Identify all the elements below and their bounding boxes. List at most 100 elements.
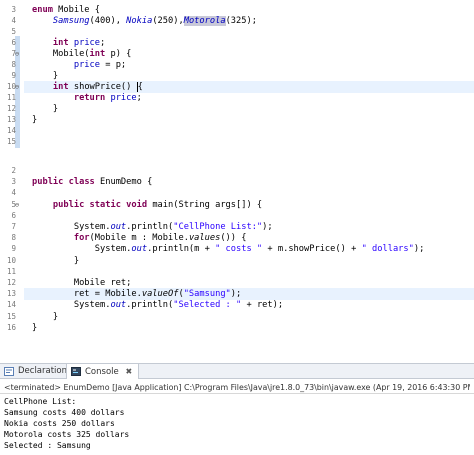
line-number: 13 — [6, 289, 16, 299]
code-token: price — [73, 38, 101, 48]
code-token: Samsung — [52, 16, 90, 26]
code-token: price — [110, 93, 137, 103]
code-token: class — [68, 177, 95, 188]
code-token: Mobile( — [32, 49, 90, 59]
line-number: 15 — [6, 311, 16, 321]
code-area: System.out.println("Selected : " + ret); — [24, 299, 474, 311]
code-line[interactable]: 8 for(Mobile m : Mobile.values()) { — [0, 232, 474, 244]
code-area — [24, 187, 474, 199]
code-token: int — [89, 49, 106, 59]
code-token: "Samsung" — [183, 289, 231, 300]
code-token: " costs " — [215, 244, 263, 255]
fold-toggle-icon[interactable]: ⊖ — [11, 199, 23, 211]
console-divider — [0, 393, 474, 394]
code-area — [24, 266, 474, 278]
code-token: ); — [413, 244, 425, 255]
code-area — [24, 136, 474, 148]
line-number: 12 — [6, 278, 16, 287]
code-token: for — [73, 233, 90, 244]
declaration-icon — [4, 367, 14, 376]
code-token: Motorola — [183, 16, 226, 26]
code-token: (325); — [225, 16, 257, 26]
code-token: out — [131, 244, 148, 255]
code-line[interactable]: 15 } — [0, 311, 474, 323]
code-token: public — [52, 199, 85, 210]
code-line[interactable]: 9 System.out.println(m + " costs " + m.s… — [0, 243, 474, 255]
code-token: enum — [32, 5, 53, 15]
code-area: System.out.println(m + " costs " + m.sho… — [24, 243, 474, 255]
line-number: 7 — [11, 222, 16, 231]
code-token: } — [32, 311, 59, 322]
tab-declaration[interactable]: Declaration — [0, 364, 73, 379]
code-token: EnumDemo { — [94, 177, 153, 188]
code-text: } — [32, 311, 58, 323]
code-line[interactable]: 2 — [0, 165, 474, 177]
editor-divider — [0, 150, 474, 160]
code-token: price — [73, 60, 100, 70]
code-token: System. — [32, 222, 111, 232]
line-number: 11 — [6, 266, 16, 276]
console-output[interactable]: <terminated> EnumDemo [Java Application]… — [0, 379, 474, 455]
code-text: System.out.println("Selected : " + ret); — [32, 299, 283, 311]
code-token: return — [73, 93, 106, 103]
code-text: } — [32, 322, 37, 334]
line-number: 15 — [6, 137, 16, 146]
code-line[interactable]: 13 ret = Mobile.valueOf("Samsung"); — [0, 288, 474, 301]
close-icon[interactable]: ✖ — [125, 367, 132, 376]
code-token: "CellPhone List:" — [173, 222, 263, 232]
console-line: CellPhone List: — [4, 397, 77, 406]
editor-enumdemo-class[interactable]: 2 3 public class EnumDemo {4 5 ⊖ public stat… — [0, 160, 474, 336]
code-token: out — [110, 222, 127, 232]
editor-mobile-enum[interactable]: 3 enum Mobile {4 Samsung(400), Nokia(250)… — [0, 0, 474, 150]
line-number: 6 — [11, 210, 16, 220]
code-token: (250), — [152, 16, 184, 26]
code-token: } — [32, 104, 59, 114]
code-token: values — [188, 233, 221, 244]
code-token: showPrice() — [68, 82, 137, 92]
code-area: public static void main(String args[]) { — [24, 199, 474, 211]
code-token: out — [110, 300, 127, 311]
line-number: 4 — [11, 188, 16, 198]
code-area: ret = Mobile.valueOf("Samsung"); — [24, 288, 474, 301]
code-line[interactable]: 10 } — [0, 255, 474, 267]
code-token: " dollars" — [361, 244, 414, 255]
code-line[interactable]: 16} — [0, 322, 474, 334]
code-text: ret = Mobile.valueOf("Samsung"); — [32, 288, 241, 300]
code-text: public class EnumDemo { — [32, 176, 152, 188]
code-line[interactable]: 6 — [0, 210, 474, 222]
code-token: ; — [100, 38, 106, 48]
code-line[interactable]: 15 — [0, 136, 474, 148]
code-token: } — [32, 255, 80, 266]
code-token: { — [136, 82, 143, 92]
line-number: 9 — [11, 244, 16, 254]
code-line[interactable]: 14 System.out.println("Selected : " + re… — [0, 299, 474, 311]
code-area — [24, 165, 474, 177]
code-token: p) { — [105, 49, 132, 59]
code-token: Nokia — [126, 16, 153, 26]
code-token: void — [126, 199, 148, 210]
code-line[interactable]: 3 public class EnumDemo { — [0, 176, 474, 188]
code-line[interactable]: 4 — [0, 187, 474, 199]
code-line[interactable]: 11 — [0, 266, 474, 278]
code-token: } — [32, 115, 38, 125]
code-token: ); — [262, 222, 273, 232]
code-line[interactable]: 7 System.out.println("CellPhone List:"); — [0, 221, 474, 233]
code-token: + ret); — [241, 300, 284, 311]
code-area: for(Mobile m : Mobile.values()) { — [24, 232, 474, 244]
code-area: Mobile ret; — [24, 277, 474, 289]
code-area — [24, 210, 474, 222]
code-token: public — [32, 177, 64, 188]
code-token: + m.showPrice() + — [262, 244, 362, 255]
tab-console[interactable]: Console ✖ — [66, 364, 140, 379]
code-token: ); — [230, 289, 242, 300]
code-line[interactable]: 5 ⊖ public static void main(String args[]… — [0, 199, 474, 211]
code-line[interactable]: 12 Mobile ret; — [0, 277, 474, 289]
line-number: 8 — [11, 233, 16, 243]
code-area: } — [24, 255, 474, 267]
code-area: System.out.println("CellPhone List:"); — [24, 221, 474, 233]
